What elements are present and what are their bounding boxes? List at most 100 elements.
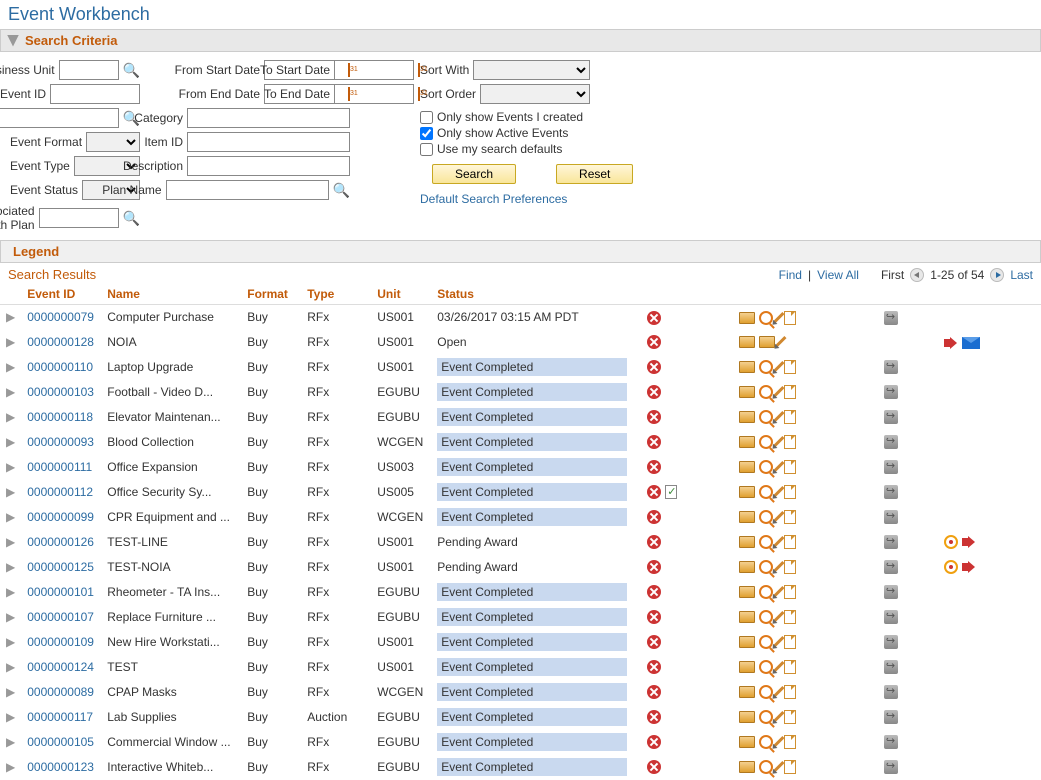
event-id-link[interactable]: 0000000125	[27, 560, 94, 574]
doc-icon[interactable]	[784, 460, 796, 474]
created-by-input[interactable]	[0, 108, 119, 128]
edit-icon[interactable]	[774, 336, 786, 348]
calendar-icon[interactable]	[418, 87, 420, 101]
calendar-icon[interactable]	[348, 87, 350, 101]
edit-icon[interactable]	[772, 611, 784, 623]
notify-icon[interactable]	[884, 435, 898, 449]
event-id-input[interactable]	[50, 84, 140, 104]
edit-icon[interactable]	[772, 561, 784, 573]
event-id-link[interactable]: 0000000110	[27, 360, 93, 374]
cancel-icon[interactable]	[647, 585, 661, 599]
event-id-link[interactable]: 0000000124	[27, 660, 94, 674]
cancel-icon[interactable]	[647, 760, 661, 774]
book-icon[interactable]	[739, 736, 755, 748]
doc-icon[interactable]	[784, 535, 796, 549]
book-icon[interactable]	[739, 761, 755, 773]
cancel-icon[interactable]	[647, 660, 661, 674]
edit-icon[interactable]	[772, 411, 784, 423]
doc-icon[interactable]	[784, 760, 796, 774]
edit-icon[interactable]	[772, 661, 784, 673]
cancel-icon[interactable]	[647, 385, 661, 399]
book-icon[interactable]	[739, 386, 755, 398]
event-id-link[interactable]: 0000000089	[27, 685, 94, 699]
doc-icon[interactable]	[784, 685, 796, 699]
notify-icon[interactable]	[884, 710, 898, 724]
notify-icon[interactable]	[884, 685, 898, 699]
doc-icon[interactable]	[784, 635, 796, 649]
to-end-date-input[interactable]	[334, 84, 414, 104]
notify-icon[interactable]	[884, 410, 898, 424]
notify-icon[interactable]	[884, 485, 898, 499]
doc-icon[interactable]	[784, 610, 796, 624]
edit-icon[interactable]	[772, 436, 784, 448]
sort-order-select[interactable]	[480, 84, 590, 104]
expand-row-icon[interactable]: ▶	[6, 610, 15, 624]
edit-icon[interactable]	[772, 461, 784, 473]
cancel-icon[interactable]	[647, 485, 661, 499]
expand-row-icon[interactable]: ▶	[6, 635, 15, 649]
notify-icon[interactable]	[884, 385, 898, 399]
book-icon[interactable]	[739, 686, 755, 698]
expand-row-icon[interactable]: ▶	[6, 435, 15, 449]
event-id-link[interactable]: 0000000128	[27, 335, 94, 349]
doc-icon[interactable]	[784, 360, 796, 374]
only-created-checkbox[interactable]: Only show Events I created	[420, 110, 590, 124]
book-icon[interactable]	[739, 586, 755, 598]
cancel-icon[interactable]	[647, 311, 661, 325]
edit-icon[interactable]	[772, 361, 784, 373]
notify-icon[interactable]	[884, 735, 898, 749]
expand-row-icon[interactable]: ▶	[6, 310, 15, 324]
notify-icon[interactable]	[884, 510, 898, 524]
to-start-date-input[interactable]	[334, 60, 414, 80]
book-icon[interactable]	[739, 361, 755, 373]
book-icon[interactable]	[739, 636, 755, 648]
expand-row-icon[interactable]: ▶	[6, 460, 15, 474]
edit-icon[interactable]	[772, 736, 784, 748]
event-id-link[interactable]: 0000000111	[27, 460, 92, 474]
notify-icon[interactable]	[884, 360, 898, 374]
event-id-link[interactable]: 0000000079	[27, 310, 94, 324]
notify-icon[interactable]	[884, 635, 898, 649]
event-id-link[interactable]: 0000000118	[27, 410, 93, 424]
doc-icon[interactable]	[784, 510, 796, 524]
edit-icon[interactable]	[772, 312, 784, 324]
book-icon[interactable]	[739, 461, 755, 473]
doc-icon[interactable]	[784, 585, 796, 599]
event-id-link[interactable]: 0000000093	[27, 435, 94, 449]
doc-icon[interactable]	[784, 485, 796, 499]
edit-icon[interactable]	[772, 686, 784, 698]
doc-icon[interactable]	[784, 735, 796, 749]
cancel-icon[interactable]	[647, 685, 661, 699]
book-icon[interactable]	[739, 312, 755, 324]
prev-icon[interactable]	[910, 268, 924, 282]
associated-with-plan-input[interactable]	[39, 208, 119, 228]
event-id-link[interactable]: 0000000101	[27, 585, 94, 599]
notify-icon[interactable]	[884, 660, 898, 674]
book-icon[interactable]	[739, 611, 755, 623]
cancel-icon[interactable]	[647, 635, 661, 649]
event-format-select[interactable]	[86, 132, 140, 152]
expand-row-icon[interactable]: ▶	[6, 735, 15, 749]
doc-icon[interactable]	[784, 311, 796, 325]
cancel-icon[interactable]	[647, 335, 661, 349]
expand-row-icon[interactable]: ▶	[6, 585, 15, 599]
expand-row-icon[interactable]: ▶	[6, 510, 15, 524]
cancel-icon[interactable]	[647, 360, 661, 374]
business-unit-input[interactable]	[59, 60, 119, 80]
book-icon[interactable]	[739, 511, 755, 523]
edit-icon[interactable]	[772, 711, 784, 723]
expand-row-icon[interactable]: ▶	[6, 335, 15, 349]
doc-icon[interactable]	[784, 560, 796, 574]
checkin-icon[interactable]	[665, 485, 677, 499]
edit-icon[interactable]	[772, 536, 784, 548]
expand-row-icon[interactable]: ▶	[6, 535, 15, 549]
expand-row-icon[interactable]: ▶	[6, 360, 15, 374]
find-link[interactable]: Find	[779, 268, 802, 282]
edit-icon[interactable]	[772, 511, 784, 523]
collapse-icon[interactable]	[7, 35, 19, 47]
book-icon[interactable]	[739, 411, 755, 423]
book-icon[interactable]	[739, 661, 755, 673]
expand-row-icon[interactable]: ▶	[6, 685, 15, 699]
event-id-link[interactable]: 0000000117	[27, 710, 93, 724]
notify-icon[interactable]	[884, 760, 898, 774]
